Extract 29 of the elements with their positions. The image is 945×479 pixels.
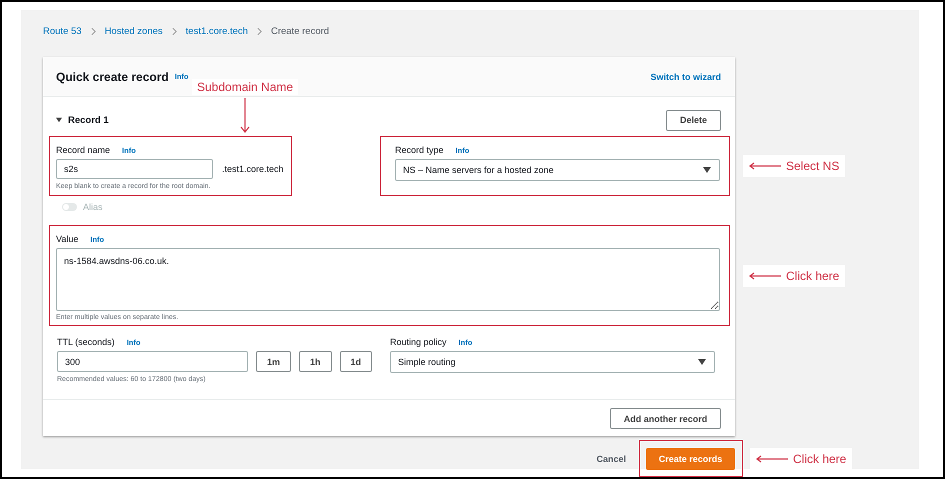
domain-suffix: .test1.core.tech xyxy=(222,164,284,174)
ttl-preset-button[interactable]: 1m xyxy=(256,351,292,372)
record-name-field[interactable]: s2s xyxy=(56,159,213,179)
callout-text: Click here xyxy=(786,268,840,282)
breadcrumb-link[interactable]: Hosted zones xyxy=(104,26,163,36)
field-label: Value xyxy=(56,234,78,244)
ttl-field[interactable]: 300 xyxy=(57,351,248,372)
breadcrumb-link[interactable]: test1.core.tech xyxy=(186,26,248,36)
record-heading: Record 1 xyxy=(68,114,109,126)
routing-policy-select[interactable]: Simple routing xyxy=(390,351,715,373)
add-record-button[interactable]: Add another record xyxy=(610,408,721,429)
field-label: Record name xyxy=(56,145,110,155)
ttl-preset-button[interactable]: 1d xyxy=(340,351,372,372)
breadcrumb-current: Create record xyxy=(270,26,330,36)
ttl-preset-button[interactable]: 1h xyxy=(299,351,332,372)
breadcrumb-link[interactable]: Route 53 xyxy=(43,26,82,36)
switch-to-wizard-link[interactable]: Switch to wizard xyxy=(650,72,721,82)
form-title: Quick create record xyxy=(56,70,169,84)
field-label: Routing policy xyxy=(390,337,447,347)
callout-text: Select NS xyxy=(786,159,840,173)
cancel-link[interactable]: Cancel xyxy=(596,454,626,464)
record-type-select[interactable]: NS – Name servers for a hosted zone xyxy=(395,159,720,181)
callout-text: Click here xyxy=(793,452,846,466)
delete-button[interactable]: Delete xyxy=(666,110,721,130)
value-field[interactable]: ns-1584.awsdns-06.co.uk. xyxy=(56,248,720,311)
field-label: Record type xyxy=(395,145,444,155)
toggle-label: Alias xyxy=(83,202,103,212)
callout-text: Subdomain Name xyxy=(192,79,298,95)
field-label: TTL (seconds) xyxy=(57,337,115,347)
